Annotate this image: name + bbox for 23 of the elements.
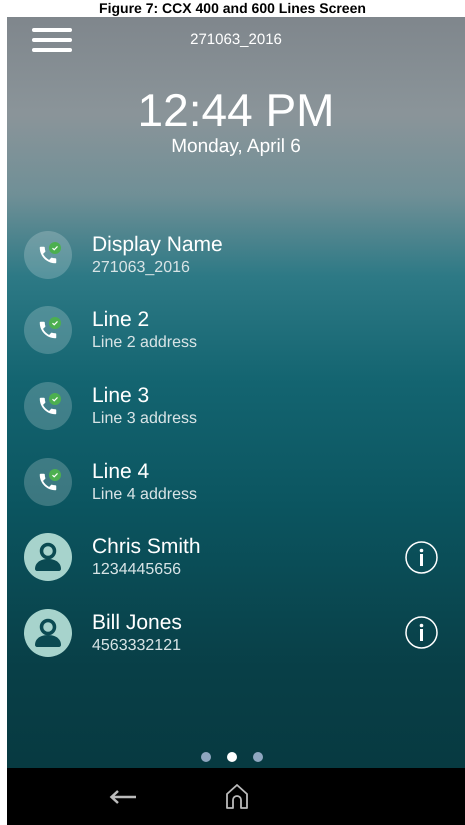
info-icon[interactable]	[405, 616, 438, 650]
home-icon[interactable]	[224, 783, 250, 810]
clock-time: 12:44 PM	[138, 85, 334, 135]
entry-name: Bill Jones	[92, 610, 183, 636]
entry-name: Chris Smith	[92, 534, 202, 560]
entry-name: Line 3	[92, 382, 150, 409]
figure-caption: Figure 7: CCX 400 and 600 Lines Screen	[99, 0, 366, 17]
entry-detail: Line 4 address	[92, 484, 198, 505]
clock-date: Monday, April 6	[171, 135, 301, 159]
person-avatar-icon	[24, 608, 72, 657]
entry-name: Display Name	[92, 232, 224, 258]
info-icon[interactable]	[405, 540, 438, 574]
entry-name: Line 2	[92, 307, 150, 334]
header-title: 271063_2016	[190, 30, 282, 50]
entry-name: Line 4	[92, 458, 150, 485]
entry-detail: 1234445656	[92, 560, 182, 580]
menu-icon[interactable]	[32, 28, 72, 52]
entry-detail: 4563332121	[92, 636, 182, 656]
person-avatar-icon	[24, 533, 72, 582]
back-arrow-icon[interactable]	[109, 788, 137, 804]
entry-detail: 271063_2016	[92, 258, 191, 278]
entry-detail: Line 2 address	[92, 333, 198, 354]
entry-detail: Line 3 address	[92, 408, 198, 429]
